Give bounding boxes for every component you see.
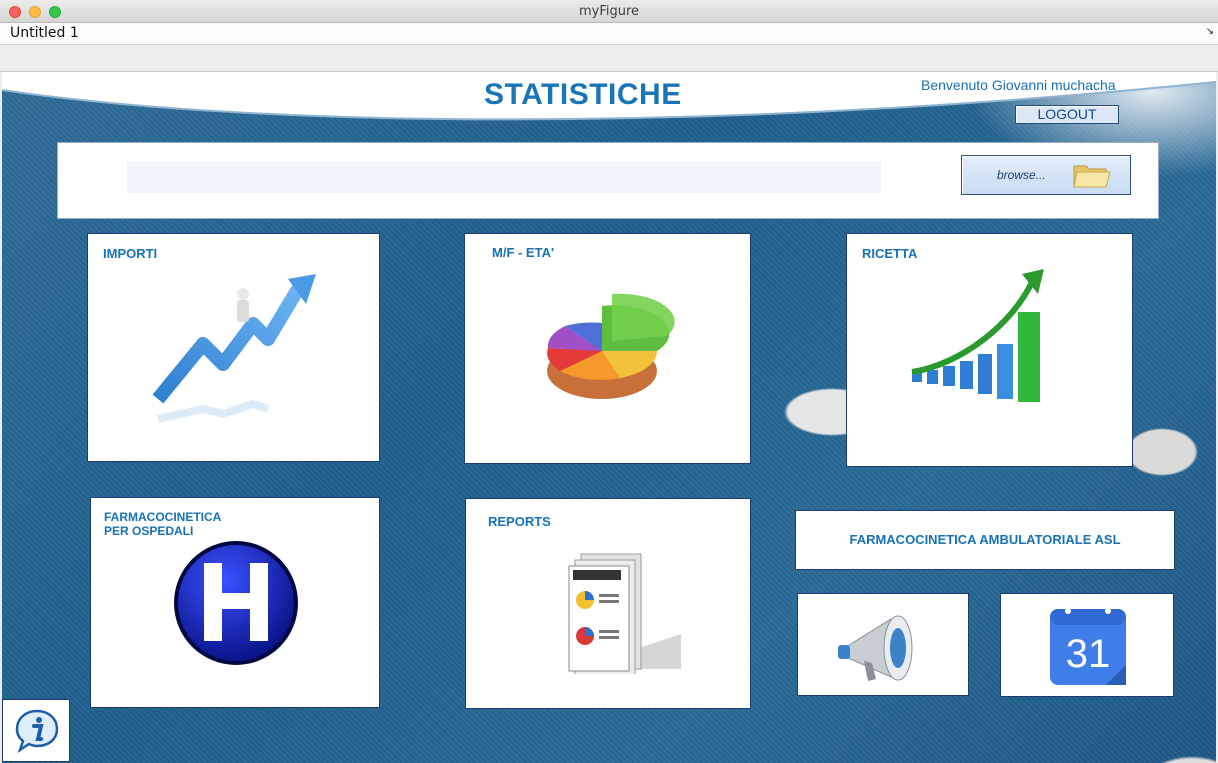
hospital-icon bbox=[174, 541, 298, 665]
calendar-day: 31 bbox=[1066, 632, 1111, 676]
browse-button[interactable]: browse... bbox=[961, 155, 1131, 195]
calendar-icon: 31 bbox=[1050, 608, 1126, 685]
reports-tile[interactable]: REPORTS bbox=[465, 498, 751, 709]
info-icon bbox=[15, 709, 59, 754]
pie-chart-icon bbox=[547, 293, 675, 399]
ospedali-label-line2: PER OSPEDALI bbox=[104, 524, 194, 538]
ambulatoriale-label: FARMACOCINETICA AMBULATORIALE ASL bbox=[849, 532, 1121, 547]
app-window: myFigure Untitled 1 ↘ STATISTICHE Benven… bbox=[0, 0, 1218, 763]
ricetta-tile[interactable]: RICETTA bbox=[846, 233, 1133, 467]
bar-growth-icon bbox=[911, 269, 1044, 402]
logout-button[interactable]: LOGOUT bbox=[1015, 105, 1119, 124]
megaphone-icon bbox=[838, 615, 913, 681]
file-path-input[interactable] bbox=[127, 162, 881, 193]
announcements-tile[interactable] bbox=[797, 593, 969, 696]
title-bar: myFigure bbox=[0, 0, 1218, 23]
mf-eta-tile[interactable]: M/F - ETA' bbox=[464, 233, 751, 464]
reports-icon bbox=[568, 553, 681, 674]
browse-label: browse... bbox=[997, 168, 1046, 182]
importi-tile[interactable]: IMPORTI bbox=[87, 233, 380, 462]
ambulatoriale-button[interactable]: FARMACOCINETICA AMBULATORIALE ASL bbox=[795, 510, 1175, 570]
trend-arrow-icon bbox=[152, 274, 316, 423]
importi-label: IMPORTI bbox=[103, 246, 158, 261]
window-title: myFigure bbox=[578, 4, 640, 19]
mf-eta-label: M/F - ETA' bbox=[492, 245, 555, 260]
ricetta-label: RICETTA bbox=[862, 246, 918, 261]
resize-arrow-icon[interactable]: ↘ bbox=[1206, 26, 1214, 37]
ospedali-label-line1: FARMACOCINETICA bbox=[104, 510, 222, 524]
toolbar bbox=[0, 45, 1218, 72]
document-menu[interactable]: Untitled 1 bbox=[10, 25, 79, 41]
welcome-text: Benvenuto Giovanni muchacha bbox=[921, 77, 1116, 93]
figure-canvas: STATISTICHE Benvenuto Giovanni muchacha … bbox=[2, 72, 1216, 763]
info-button[interactable] bbox=[2, 699, 70, 762]
calendar-tile[interactable]: 31 bbox=[1000, 593, 1174, 697]
ospedali-tile[interactable]: FARMACOCINETICA PER OSPEDALI bbox=[90, 497, 380, 708]
ospedali-label: FARMACOCINETICA PER OSPEDALI bbox=[104, 510, 221, 538]
page-title: STATISTICHE bbox=[484, 78, 682, 111]
file-browse-panel: browse... bbox=[57, 142, 1159, 219]
menu-bar: Untitled 1 ↘ bbox=[0, 23, 1218, 45]
folder-icon bbox=[1073, 165, 1111, 188]
reports-label: REPORTS bbox=[488, 514, 551, 529]
